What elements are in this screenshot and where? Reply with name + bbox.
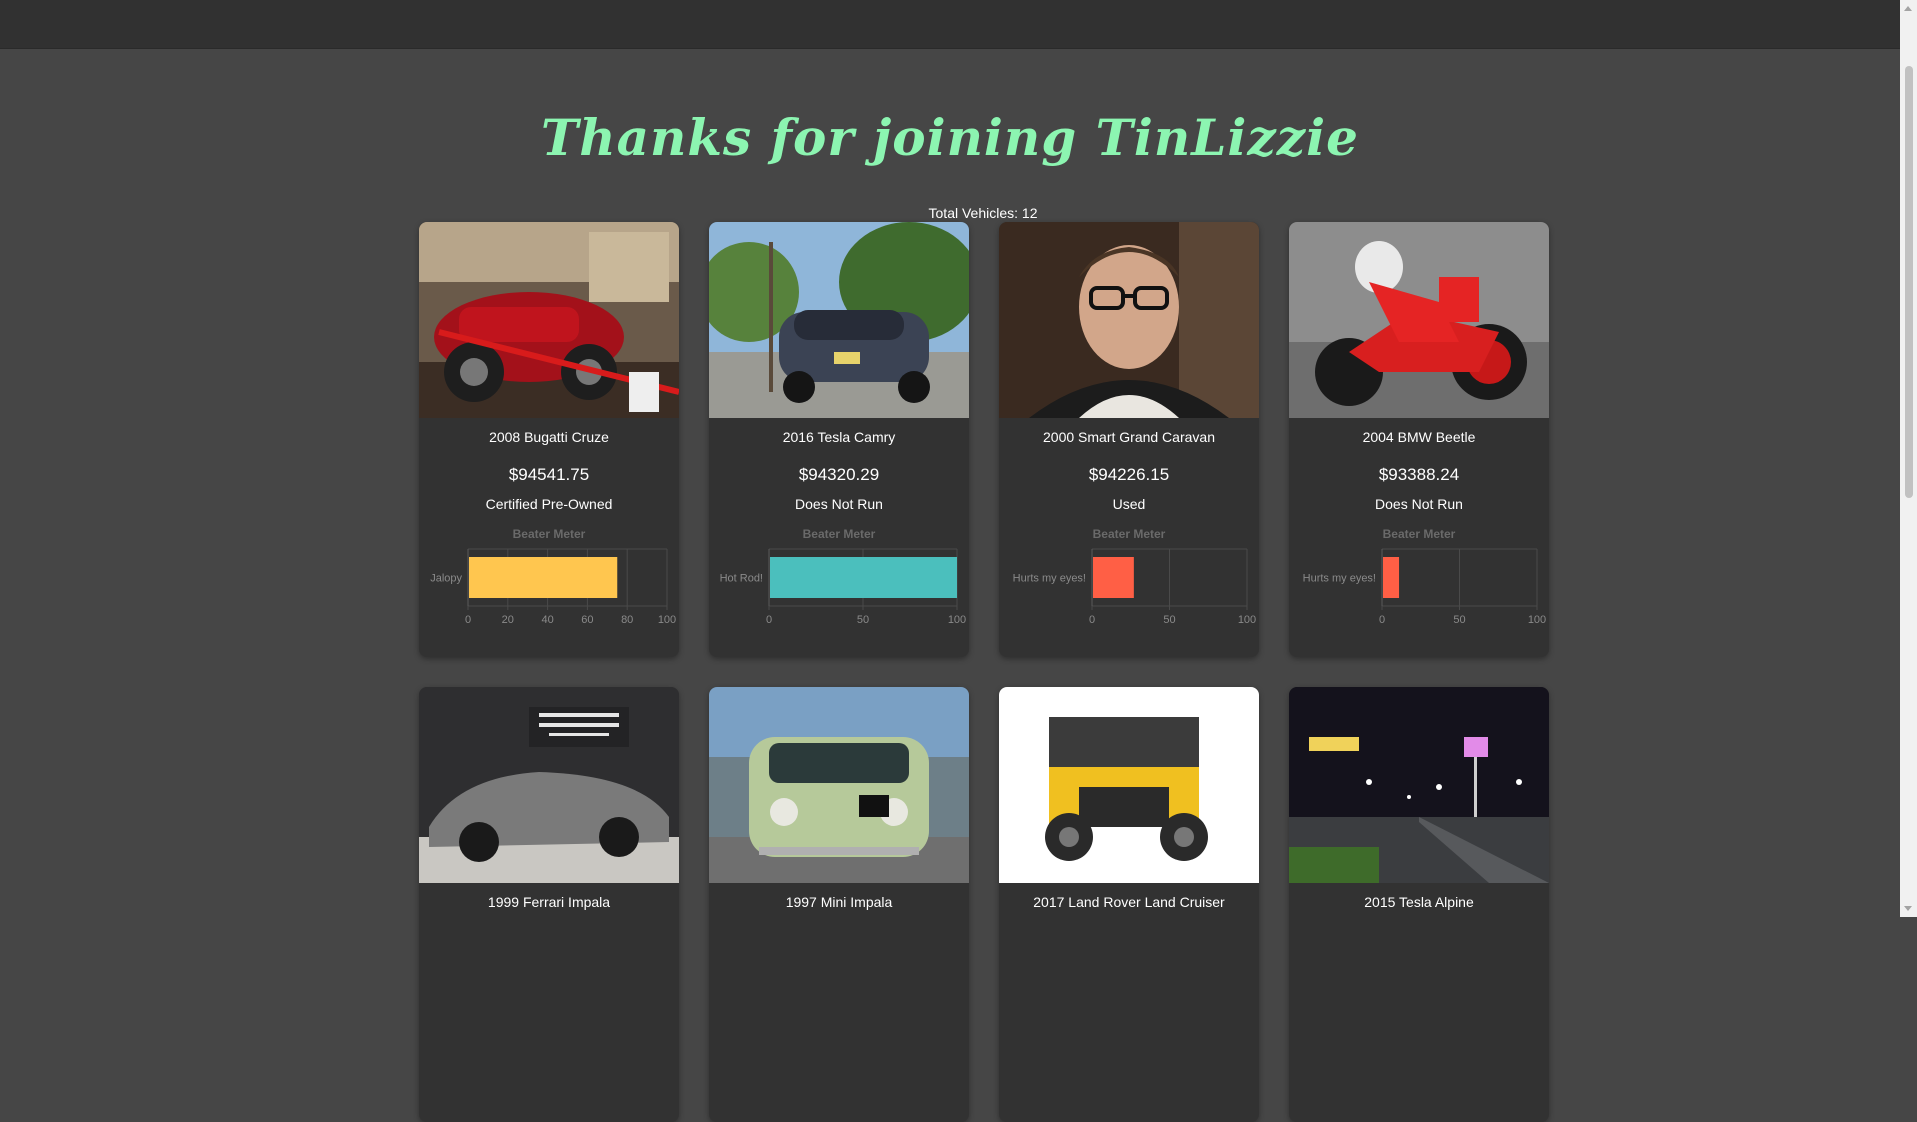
vehicle-card[interactable]: 1997 Mini Impala: [709, 687, 969, 1122]
scroll-thumb[interactable]: [1905, 66, 1913, 498]
meter-tick-label: 50: [857, 614, 869, 626]
scroll-up-arrow-icon[interactable]: [1904, 6, 1912, 11]
meter-category-label: Jalopy: [430, 573, 462, 585]
vehicle-price: $94226.15: [1088, 465, 1170, 484]
meter-title: Beater Meter: [1383, 527, 1456, 541]
meter-tick-label: 0: [465, 614, 471, 626]
beater-meter-chart: Beater Meter 0 50 100 Hurts my eyes!: [1289, 524, 1549, 644]
scroll-down-arrow-icon[interactable]: [1904, 906, 1912, 911]
vehicle-photo[interactable]: [419, 222, 679, 418]
meter-tick-label: 0: [1089, 614, 1095, 626]
meter-tick-label: 50: [1453, 614, 1465, 626]
beater-meter-chart: Beater Meter 0 50 100 Hot Rod!: [709, 524, 969, 644]
meter-tick-label: 20: [502, 614, 514, 626]
vehicle-photo[interactable]: [999, 687, 1259, 883]
meter-svg: Beater Meter 0 50 100 Hurts my eyes!: [1303, 527, 1547, 626]
vehicle-name: 2000 Smart Grand Caravan: [1043, 429, 1215, 445]
vehicle-condition: Does Not Run: [795, 496, 883, 512]
vehicle-name: 2016 Tesla Camry: [782, 429, 896, 445]
vehicle-photo[interactable]: [709, 222, 969, 418]
meter-tick-label: 50: [1163, 614, 1175, 626]
vehicle-name: 2004 BMW Beetle: [1362, 429, 1476, 445]
vehicle-card[interactable]: 2008 Bugatti Cruze $94541.75 Certified P…: [419, 222, 679, 657]
top-navbar: [0, 0, 1900, 49]
page-scrollbar[interactable]: [1900, 0, 1917, 917]
meter-tick-label: 100: [948, 614, 966, 626]
vehicle-photo[interactable]: [419, 687, 679, 883]
vehicle-card[interactable]: 1999 Ferrari Impala: [419, 687, 679, 1122]
vehicle-photo[interactable]: [999, 222, 1259, 418]
meter-tick-label: 0: [1379, 614, 1385, 626]
vehicle-price: $94320.29: [798, 465, 880, 484]
vehicle-card[interactable]: 2000 Smart Grand Caravan $94226.15 Used …: [999, 222, 1259, 657]
meter-tick-label: 0: [766, 614, 772, 626]
vehicle-price: $93388.24: [1378, 465, 1460, 484]
meter-bar: [1093, 557, 1134, 598]
vehicle-condition: Certified Pre-Owned: [485, 496, 613, 512]
vehicle-name: 2008 Bugatti Cruze: [489, 429, 609, 445]
meter-svg: Beater Meter 0 50 100 Hot Rod!: [720, 527, 967, 626]
vehicle-name: 2017 Land Rover Land Cruiser: [1033, 894, 1225, 910]
meter-title: Beater Meter: [803, 527, 876, 541]
vehicle-photo[interactable]: [709, 687, 969, 883]
beater-meter-chart: Beater Meter 0 50 100 Hurts my eyes!: [999, 524, 1259, 644]
total-vehicles-count: Total Vehicles: 12: [928, 205, 1038, 221]
meter-tick-label: 100: [1528, 614, 1546, 626]
vehicle-card[interactable]: 2004 BMW Beetle $93388.24 Does Not Run B…: [1289, 222, 1549, 657]
meter-title: Beater Meter: [1093, 527, 1166, 541]
vehicle-name: 1997 Mini Impala: [785, 894, 893, 910]
meter-category-label: Hurts my eyes!: [1303, 573, 1376, 585]
vehicle-condition: Used: [1112, 496, 1146, 512]
vehicle-card[interactable]: 2017 Land Rover Land Cruiser: [999, 687, 1259, 1122]
meter-tick-label: 80: [621, 614, 633, 626]
vehicle-price: $94541.75: [508, 465, 590, 484]
meter-tick-label: 100: [658, 614, 676, 626]
vehicle-card[interactable]: 2015 Tesla Alpine: [1289, 687, 1549, 1122]
vehicle-name: 1999 Ferrari Impala: [487, 894, 611, 910]
vehicle-condition: Does Not Run: [1375, 496, 1463, 512]
meter-tick-label: 100: [1238, 614, 1256, 626]
meter-tick-label: 40: [541, 614, 553, 626]
meter-title: Beater Meter: [513, 527, 586, 541]
meter-bar: [469, 557, 618, 598]
page-title: Thanks for joining TinLizzie: [541, 108, 1359, 167]
vehicle-card[interactable]: 2016 Tesla Camry $94320.29 Does Not Run …: [709, 222, 969, 657]
vehicle-photo[interactable]: [1289, 222, 1549, 418]
meter-svg: Beater Meter 0 50 100 Hurts my eyes!: [1013, 527, 1257, 626]
vehicle-photo[interactable]: [1289, 687, 1549, 883]
meter-category-label: Hot Rod!: [720, 573, 763, 585]
vehicle-name: 2015 Tesla Alpine: [1364, 894, 1474, 910]
meter-svg: Beater Meter 0 20 40 60 80 100 Jalopy: [430, 527, 676, 626]
meter-tick-label: 60: [581, 614, 593, 626]
meter-bar: [1383, 557, 1400, 598]
beater-meter-chart: Beater Meter 0 20 40 60 80 100 Jalopy: [419, 524, 679, 644]
meter-category-label: Hurts my eyes!: [1013, 573, 1086, 585]
meter-bar: [770, 557, 957, 598]
